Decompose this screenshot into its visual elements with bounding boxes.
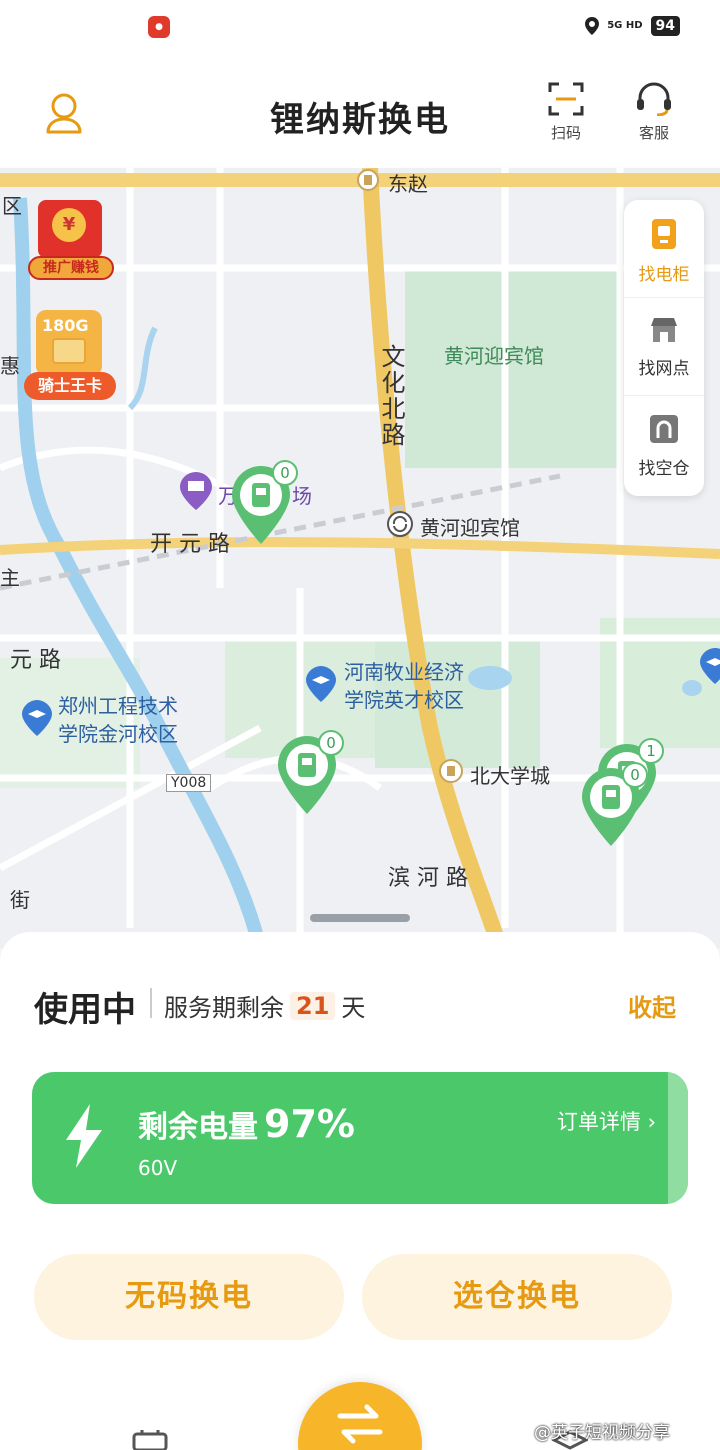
page-title: 锂纳斯换电 — [270, 100, 450, 140]
earn-promo-badge[interactable]: ¥ 推广赚钱 — [28, 200, 114, 282]
transit-icon — [387, 511, 413, 537]
station-available-count: 0 — [272, 460, 298, 486]
battery-remaining-label: 剩余电量 — [138, 1110, 258, 1145]
coin-icon: ¥ — [52, 208, 86, 242]
battery-remaining: 剩余电量 97% — [138, 1102, 355, 1146]
sim-chip-icon — [52, 338, 86, 364]
station-available-count: 0 — [622, 762, 648, 788]
scan-icon — [548, 82, 584, 116]
map-label-beida-city: 北大学城 — [470, 764, 550, 788]
collapse-button[interactable]: 收起 — [628, 988, 676, 1023]
map-view[interactable]: 东赵 区 惠 文化北路 黄河迎宾馆 万 场 开 元 路 黄河迎宾馆 主 元 路 … — [0, 168, 720, 948]
map-label-zhengzhou-college: 郑州工程技术 学院金河校区 — [58, 694, 178, 746]
rental-status: 使用中 — [34, 990, 136, 1030]
cabinet-icon — [652, 219, 676, 249]
map-label-yellow-river-hotel-poi: 黄河迎宾馆 — [420, 516, 520, 540]
select-slot-swap-button[interactable]: 选仓换电 — [362, 1254, 672, 1340]
station-marker[interactable]: 0 — [228, 460, 298, 546]
school-poi-icon-3 — [700, 648, 720, 684]
customer-service-button[interactable]: 客服 — [624, 82, 684, 143]
map-label-kaiyuan-road: 开 元 路 — [150, 532, 230, 557]
map-label-wenhua-road: 文化北路 — [377, 344, 405, 448]
station-marker[interactable]: 0 — [274, 730, 344, 816]
scan-button[interactable]: 扫码 — [536, 82, 596, 143]
swap-arrows-icon — [337, 1404, 383, 1444]
battery-percent: 97% — [264, 1102, 355, 1146]
location-icon — [585, 17, 600, 35]
station-available-count: 1 — [638, 738, 664, 764]
map-label-henan-college: 河南牧业经济 学院英才校区 — [344, 660, 464, 712]
map-quick-panel: 找电柜 找网点 找空仓 — [624, 200, 704, 496]
watermark: @英子短视频分享 — [534, 1423, 670, 1443]
map-label-jie: 街 — [10, 888, 30, 912]
sim-promo-label: 骑士王卡 — [24, 372, 116, 400]
status-divider — [150, 988, 152, 1018]
map-label-zhu: 主 — [0, 566, 20, 590]
find-cabinet-label: 找电柜 — [638, 265, 690, 285]
map-label-binhe-road: 滨 河 路 — [388, 866, 468, 891]
shopping-poi-icon — [180, 472, 212, 510]
station-marker[interactable]: 0 — [578, 762, 648, 848]
status-bar: ● 5G HD 94 — [0, 0, 720, 56]
bus-stop-icon-2 — [439, 759, 463, 783]
service-period-prefix: 服务期剩余 — [164, 994, 284, 1022]
sim-card-promo-badge[interactable]: 180G 骑士王卡 — [24, 310, 116, 402]
scan-label: 扫码 — [550, 124, 581, 142]
battery-card-edge — [668, 1072, 688, 1204]
station-available-count: 0 — [318, 730, 344, 756]
school-poi-icon — [306, 666, 336, 702]
find-cabinet-button[interactable]: 找电柜 — [624, 200, 704, 298]
find-outlet-label: 找网点 — [638, 359, 690, 379]
battery-indicator: 94 — [650, 16, 680, 36]
order-details-link[interactable]: 订单详情 › — [557, 1106, 656, 1136]
map-label-qu: 区 — [2, 194, 22, 218]
status-indicators: 5G HD 94 — [585, 16, 680, 36]
service-days-unit: 天 — [341, 994, 366, 1022]
network-indicator: 5G HD — [607, 20, 643, 31]
sheet-drag-handle[interactable] — [310, 914, 410, 922]
map-label-kaiyuan-road-2: 元 路 — [10, 648, 61, 673]
school-poi-icon-2 — [22, 700, 52, 736]
storefront-icon — [651, 318, 677, 342]
service-period: 服务期剩余 21 天 — [164, 988, 365, 1023]
headset-icon — [637, 82, 671, 116]
service-days-remaining: 21 — [290, 991, 336, 1020]
map-label-yellow-river-hotel-area: 黄河迎宾馆 — [444, 344, 544, 368]
battery-voltage: 60V — [138, 1156, 178, 1180]
no-code-swap-button[interactable]: 无码换电 — [34, 1254, 344, 1340]
lightning-bolt-icon — [66, 1104, 102, 1168]
app-notification-icon: ● — [148, 16, 170, 38]
find-empty-slot-label: 找空仓 — [638, 459, 690, 479]
find-empty-slot-button[interactable]: 找空仓 — [624, 396, 704, 494]
app-header: 锂纳斯换电 扫码 客服 — [0, 56, 720, 168]
sim-data-amount: 180G — [42, 316, 89, 335]
map-label-hui: 惠 — [0, 354, 20, 378]
map-label-y008: Y008 — [166, 774, 212, 792]
empty-slot-icon — [650, 415, 678, 443]
rental-status-sheet: 使用中 服务期剩余 21 天 收起 剩余电量 97% 60V 订单详情 › 无码换… — [0, 932, 720, 1450]
battery-status-card[interactable]: 剩余电量 97% 60V 订单详情 › — [32, 1072, 688, 1204]
earn-promo-label: 推广赚钱 — [28, 256, 114, 280]
map-label-chang: 场 — [292, 484, 312, 508]
customer-service-label: 客服 — [638, 124, 669, 142]
bus-stop-icon — [357, 169, 379, 191]
battery-tab-icon[interactable] — [132, 1430, 168, 1450]
map-label-dongzhao: 东赵 — [388, 172, 428, 196]
find-outlet-button[interactable]: 找网点 — [624, 298, 704, 396]
